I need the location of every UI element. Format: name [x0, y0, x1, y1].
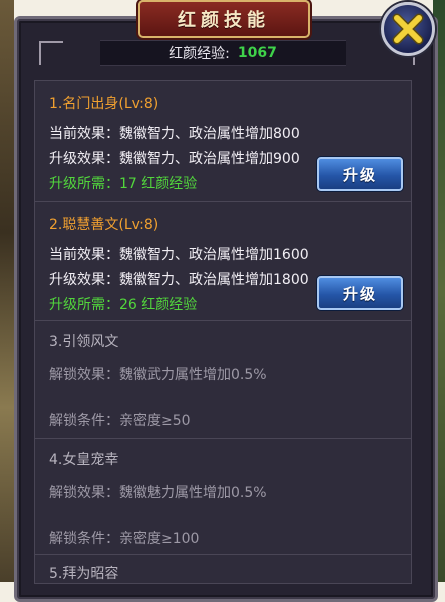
unlock-condition: 解锁条件：亲密度≥50	[49, 413, 191, 429]
skill-list[interactable]: 1.名门出身(Lv:8) 当前效果：魏徽智力、政治属性增加800 升级效果：魏徽…	[34, 80, 412, 584]
close-button[interactable]	[381, 2, 435, 56]
unlock-effect: 解锁效果：魏徽武力属性增加0.5%	[49, 367, 267, 383]
current-effect: 当前效果：魏徽智力、政治属性增加1600	[49, 247, 309, 263]
background-left	[0, 0, 14, 582]
close-x-icon	[392, 13, 424, 45]
unlock-effect: 解锁效果：魏徽魅力属性增加0.5%	[49, 485, 267, 501]
exp-label: 红颜经验:	[169, 46, 230, 62]
skill-title: 4.女皇宠幸	[49, 452, 119, 468]
skill-item: 3.引领风文 解锁效果：魏徽武力属性增加0.5% 解锁条件：亲密度≥50	[35, 321, 411, 439]
corner-ornament	[39, 41, 63, 65]
skill-item: 2.聪慧善文(Lv:8) 当前效果：魏徽智力、政治属性增加1600 升级效果：魏…	[35, 202, 411, 321]
skill-title: 3.引领风文	[49, 334, 119, 350]
skill-title: 2.聪慧善文(Lv:8)	[49, 217, 159, 233]
exp-value: 1067	[237, 45, 277, 61]
current-effect: 当前效果：魏徽智力、政治属性增加800	[49, 126, 300, 142]
upgrade-button[interactable]: 升级	[317, 157, 403, 191]
exp-display: 红颜经验: 1067	[100, 40, 346, 66]
skill-item: 4.女皇宠幸 解锁效果：魏徽魅力属性增加0.5% 解锁条件：亲密度≥100	[35, 439, 411, 555]
skill-title: 1.名门出身(Lv:8)	[49, 96, 159, 112]
title-plate: 红颜技能	[138, 0, 310, 38]
unlock-condition: 解锁条件：亲密度≥100	[49, 531, 200, 547]
skill-title: 5.拜为昭容	[49, 566, 119, 582]
upgrade-button[interactable]: 升级	[317, 276, 403, 310]
skill-item: 5.拜为昭容	[35, 555, 411, 583]
panel-title: 红颜技能	[178, 10, 270, 31]
skill-item: 1.名门出身(Lv:8) 当前效果：魏徽智力、政治属性增加800 升级效果：魏徽…	[35, 81, 411, 202]
